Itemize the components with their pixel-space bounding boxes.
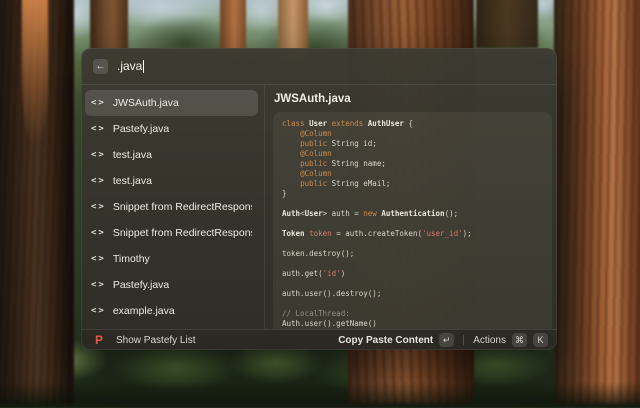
k-key-icon: K bbox=[533, 333, 548, 347]
list-item[interactable]: <> Snippet from RedirectResponse.... bbox=[85, 194, 258, 220]
return-key-icon: ↵ bbox=[439, 333, 454, 347]
code-snippet-icon: <> bbox=[91, 254, 106, 264]
tree-trunk bbox=[476, 0, 538, 48]
list-item-label: test.java bbox=[113, 149, 152, 161]
tree-trunk-lit bbox=[22, 0, 48, 146]
code-line: Token token = auth.createToken('user_id'… bbox=[282, 229, 543, 239]
code-line bbox=[282, 219, 543, 229]
search-bar: ← .java bbox=[81, 48, 557, 84]
search-input[interactable]: .java bbox=[117, 59, 144, 73]
list-item-label: Snippet from RedirectResponse.... bbox=[113, 227, 252, 239]
code-line bbox=[282, 199, 543, 209]
code-snippet-icon: <> bbox=[91, 280, 106, 290]
code-line: @Column bbox=[282, 129, 543, 139]
list-item-label: Pastefy.java bbox=[113, 279, 169, 291]
actions-menu-button[interactable]: Actions ⌘ K bbox=[473, 333, 548, 347]
code-line: class User extends AuthUser { bbox=[282, 119, 543, 129]
list-item-label: Timothy bbox=[113, 253, 150, 265]
list-item[interactable]: <> JWSAuth.java bbox=[85, 90, 258, 116]
back-button[interactable]: ← bbox=[93, 59, 108, 74]
command-key-icon: ⌘ bbox=[512, 333, 527, 347]
list-item[interactable]: <> Pastefy.java bbox=[85, 272, 258, 298]
ground-shadow bbox=[0, 382, 640, 408]
code-line bbox=[282, 299, 543, 309]
launcher-window: ← .java <> JWSAuth.java <> Pastefy.java <> te… bbox=[81, 48, 557, 350]
list-item[interactable]: <> Snippet from RedirectResponse.... bbox=[85, 220, 258, 246]
code-preview: class User extends AuthUser { @Column pu… bbox=[273, 112, 552, 329]
code-line: @Column bbox=[282, 169, 543, 179]
list-item-label: Snippet from RedirectResponse.... bbox=[113, 201, 252, 213]
code-line bbox=[282, 279, 543, 289]
search-query-text: .java bbox=[117, 59, 142, 73]
results-body: <>JWSAuth.java<>Pastefy.java<>test.java<… bbox=[81, 85, 557, 329]
code-line: Auth<User> auth = new Authentication(); bbox=[282, 209, 543, 219]
tree-trunk-right bbox=[554, 0, 640, 404]
list-item[interactable]: <> example.java bbox=[85, 298, 258, 324]
code-snippet-icon: <> bbox=[91, 202, 106, 212]
back-arrow-icon: ← bbox=[96, 61, 106, 72]
list-item[interactable]: <> Pastefy.java bbox=[85, 116, 258, 142]
list-item-label: JWSAuth.java bbox=[113, 97, 179, 109]
code-snippet-icon: <> bbox=[91, 228, 106, 238]
list-item-label: example.java bbox=[113, 305, 175, 317]
code-line: auth.user().destroy(); bbox=[282, 289, 543, 299]
primary-action-label: Copy Paste Content bbox=[338, 335, 433, 346]
list-item[interactable]: <> Timothy bbox=[85, 246, 258, 272]
list-item-label: test.java bbox=[113, 175, 152, 187]
code-line: token.destroy(); bbox=[282, 249, 543, 259]
code-line: public String name; bbox=[282, 159, 543, 169]
code-line: auth.get('id') bbox=[282, 269, 543, 279]
actions-label: Actions bbox=[473, 335, 506, 346]
command-name-label: Show Pastefy List bbox=[116, 335, 195, 346]
code-snippet-icon: <> bbox=[91, 124, 106, 134]
code-line bbox=[282, 239, 543, 249]
list-item-label: Pastefy.java bbox=[113, 123, 169, 135]
footer-separator bbox=[463, 335, 464, 345]
text-caret bbox=[143, 60, 144, 73]
list-item[interactable]: <> test.java bbox=[85, 142, 258, 168]
code-line: } bbox=[282, 189, 543, 199]
code-line bbox=[282, 259, 543, 269]
code-snippet-icon: <> bbox=[91, 306, 106, 316]
code-line: public String id; bbox=[282, 139, 543, 149]
code-snippet-icon: <> bbox=[91, 176, 106, 186]
preview-pane: JWSAuth.java class User extends AuthUser… bbox=[265, 85, 557, 329]
code-line: public String eMail; bbox=[282, 179, 543, 189]
code-snippet-icon: <> bbox=[91, 98, 106, 108]
primary-action-button[interactable]: Copy Paste Content ↵ bbox=[338, 333, 454, 347]
pastefy-logo-icon: P bbox=[95, 333, 103, 347]
preview-title: JWSAuth.java bbox=[273, 93, 552, 105]
list-item[interactable]: <> test.java bbox=[85, 168, 258, 194]
code-line: Auth.user().getName() bbox=[282, 319, 543, 329]
code-line: @Column bbox=[282, 149, 543, 159]
footer-bar: P Show Pastefy List Copy Paste Content ↵… bbox=[81, 330, 557, 350]
code-line: // LocalThread: bbox=[282, 309, 543, 319]
results-list: <>JWSAuth.java<>Pastefy.java<>test.java<… bbox=[81, 85, 264, 329]
code-snippet-icon: <> bbox=[91, 150, 106, 160]
